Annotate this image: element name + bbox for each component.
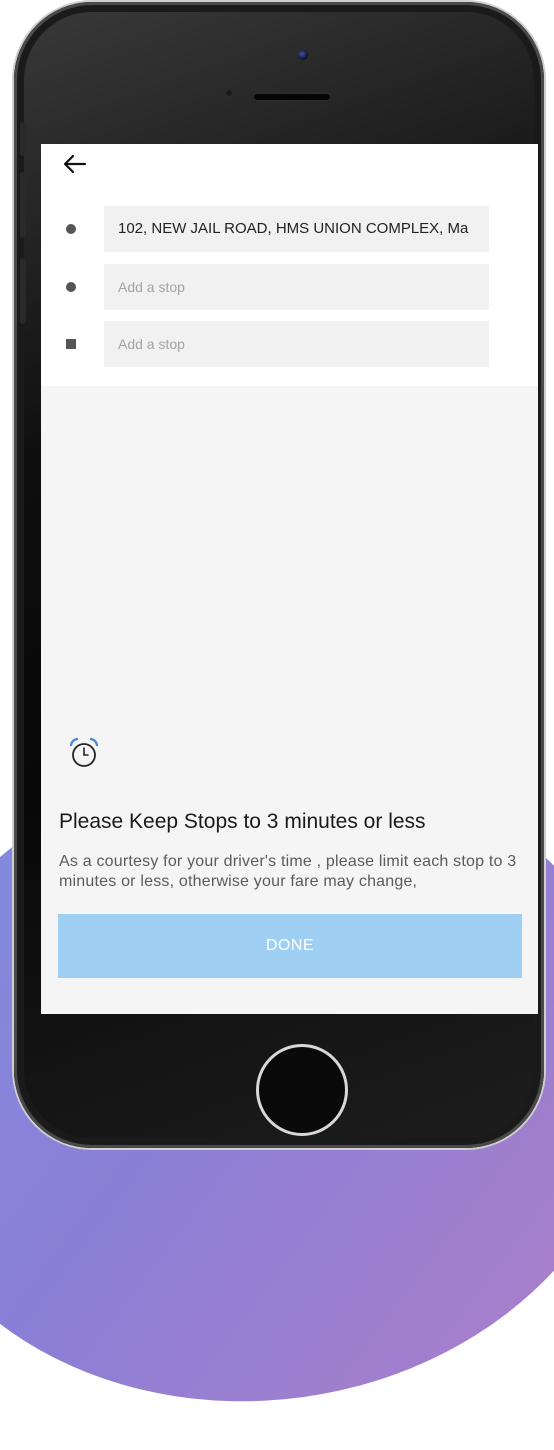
front-camera bbox=[298, 50, 308, 60]
destination-square-icon bbox=[66, 339, 76, 349]
add-stop-input[interactable]: Add a stop bbox=[104, 264, 489, 310]
stop-row-1: Add a stop bbox=[41, 264, 538, 310]
stop-dot-icon bbox=[66, 282, 76, 292]
alarm-clock-icon bbox=[67, 736, 101, 770]
volume-up-button bbox=[20, 172, 26, 238]
notice-body: As a courtesy for your driver's time , p… bbox=[59, 853, 517, 890]
app-screen: 102, NEW JAIL ROAD, HMS UNION COMPLEX, M… bbox=[41, 144, 538, 1014]
origin-input[interactable]: 102, NEW JAIL ROAD, HMS UNION COMPLEX, M… bbox=[104, 206, 489, 252]
stops-panel: 102, NEW JAIL ROAD, HMS UNION COMPLEX, M… bbox=[41, 144, 538, 386]
notice-title: Please Keep Stops to 3 minutes or less bbox=[59, 810, 426, 833]
stop-row-2: Add a stop bbox=[41, 321, 538, 367]
stop-row-origin: 102, NEW JAIL ROAD, HMS UNION COMPLEX, M… bbox=[41, 206, 538, 252]
origin-dot-icon bbox=[66, 224, 76, 234]
add-stop-input[interactable]: Add a stop bbox=[104, 321, 489, 367]
volume-down-button bbox=[20, 258, 26, 324]
home-button[interactable] bbox=[256, 1044, 348, 1136]
proximity-sensor bbox=[226, 90, 232, 96]
earpiece-speaker bbox=[252, 92, 332, 102]
mute-switch bbox=[20, 122, 26, 156]
done-button[interactable]: DONE bbox=[58, 914, 522, 978]
arrow-left-icon[interactable] bbox=[61, 150, 89, 178]
